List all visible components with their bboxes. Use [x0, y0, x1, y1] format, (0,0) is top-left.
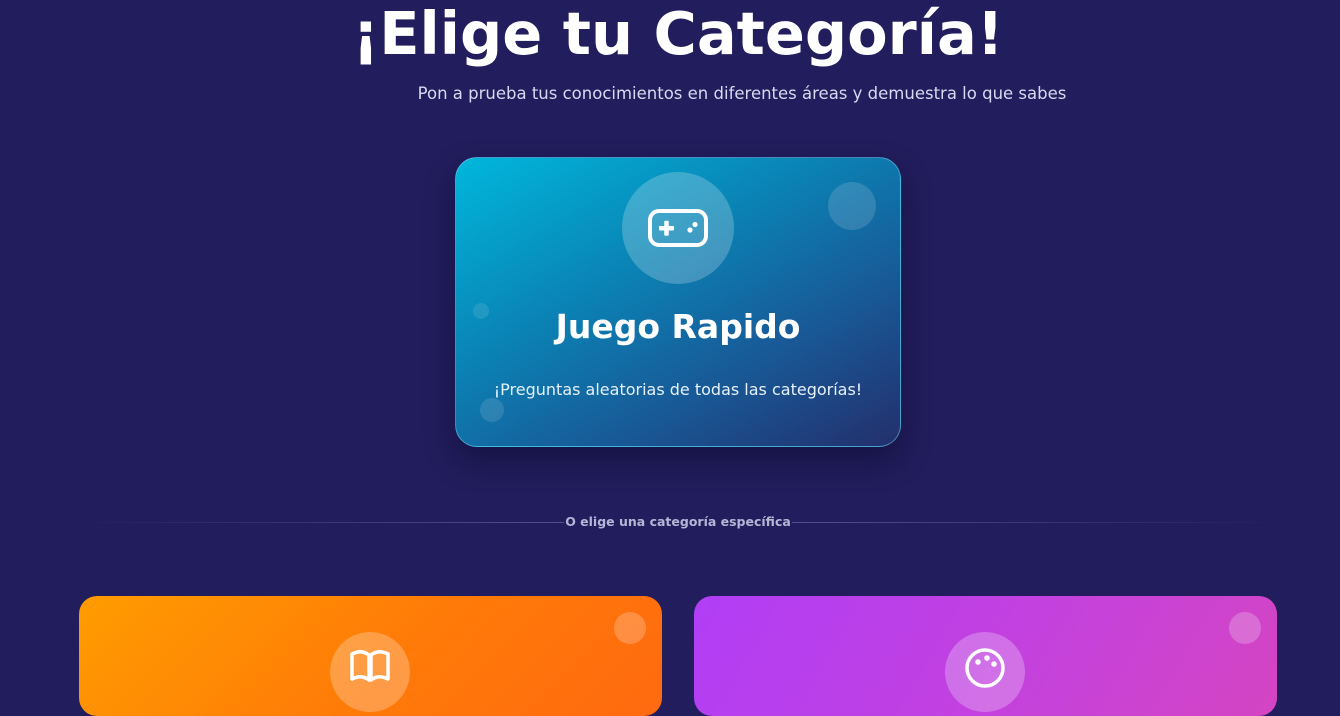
category-icon-badge: [945, 632, 1025, 712]
category-card-books[interactable]: [79, 596, 662, 716]
section-divider: O elige una categoría específica: [70, 510, 1286, 534]
gamepad-icon: [648, 209, 708, 247]
category-card-art[interactable]: [694, 596, 1277, 716]
decorative-bubble: [1229, 612, 1261, 644]
quick-play-card[interactable]: Juego Rapido ¡Preguntas aleatorias de to…: [455, 157, 901, 447]
decorative-bubble: [828, 182, 876, 230]
category-icon-badge: [330, 632, 410, 712]
quick-play-description: ¡Preguntas aleatorias de todas las categ…: [493, 380, 863, 399]
page-title: ¡Elige tu Categoría!: [352, 0, 1004, 68]
quick-play-title: Juego Rapido: [555, 307, 801, 346]
book-icon: [350, 650, 390, 682]
decorative-bubble: [614, 612, 646, 644]
quick-play-icon-badge: [622, 172, 734, 284]
page-subtitle: Pon a prueba tus conocimientos en difere…: [417, 84, 1067, 103]
divider-line-right: [792, 522, 1286, 523]
palette-icon: [965, 648, 1005, 688]
